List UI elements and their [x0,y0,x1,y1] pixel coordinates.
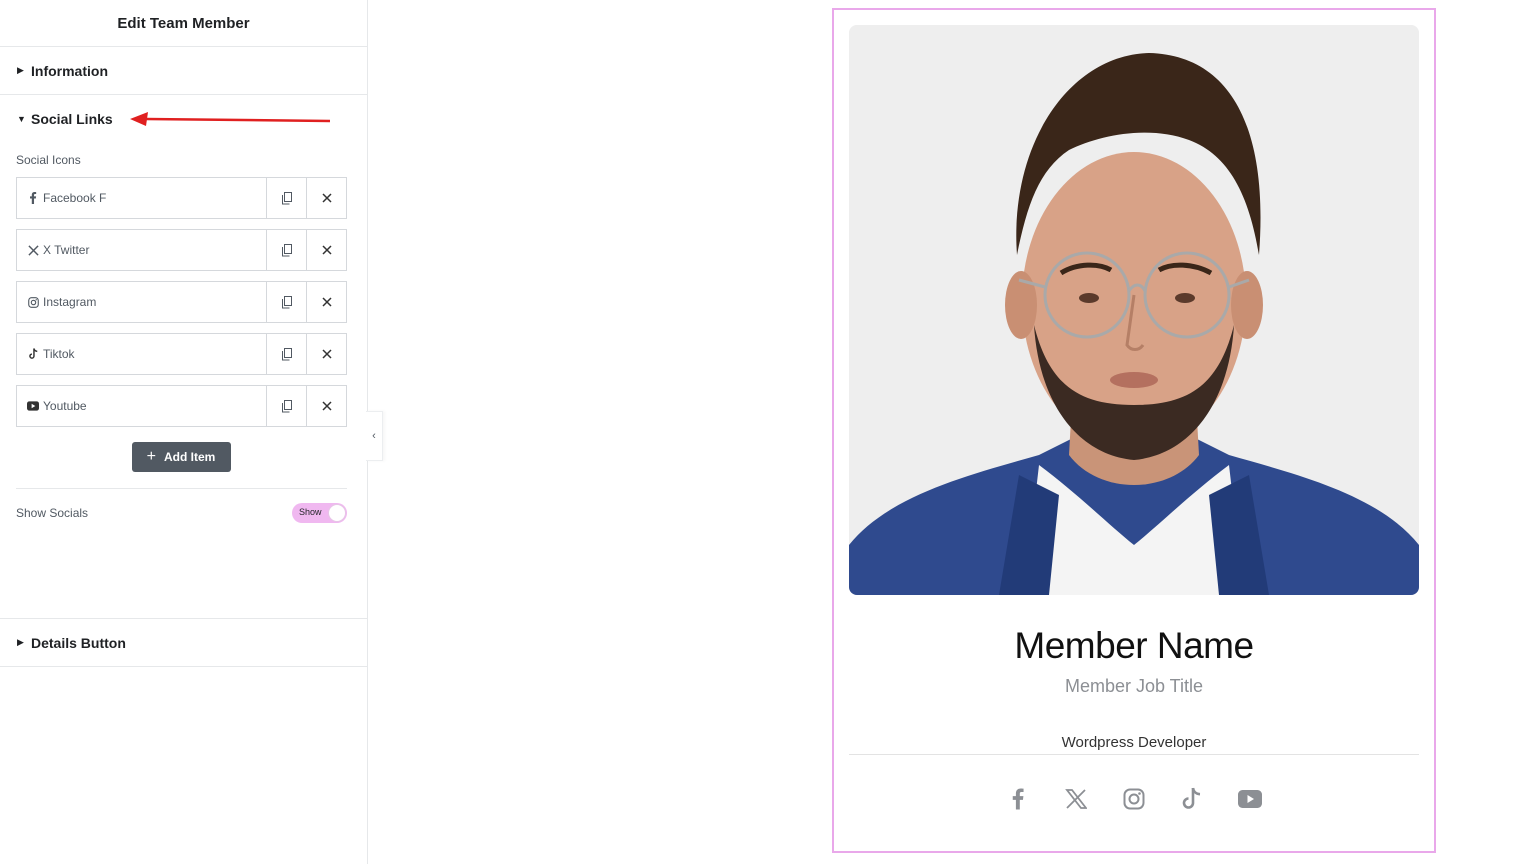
repeater-item-title[interactable]: Tiktok [17,334,266,374]
remove-button[interactable] [306,230,346,270]
duplicate-button[interactable] [266,282,306,322]
caret-right-icon: ▶ [17,65,24,75]
close-icon [321,193,332,203]
caret-right-icon: ▶ [17,637,24,647]
instagram-icon [27,296,39,308]
instagram-icon[interactable] [1122,787,1146,811]
repeater-item-label: Youtube [43,399,87,413]
chevron-left-icon: ‹ [372,430,376,442]
section-information[interactable]: ▶ Information [0,47,367,95]
team-member-card[interactable]: Member Name Member Job Title Wordpress D… [849,25,1419,850]
duplicate-button[interactable] [266,178,306,218]
add-item-label: Add Item [164,450,216,464]
facebook-icon[interactable] [1006,787,1030,811]
repeater-item-title[interactable]: Facebook F [17,178,266,218]
show-socials-toggle[interactable]: Show [292,503,347,523]
remove-button[interactable] [306,282,346,322]
collapse-panel-button[interactable]: ‹ [366,411,383,461]
repeater-item-label: Facebook F [43,191,107,205]
toggle-on-text: Show [299,507,322,517]
toggle-knob [328,504,346,522]
duplicate-button[interactable] [266,386,306,426]
repeater-item-label: Tiktok [43,347,75,361]
repeater-item: Instagram [16,281,347,323]
repeater-item: Youtube [16,385,347,427]
divider [16,488,347,489]
copy-icon [281,191,292,204]
social-links-body: Social Icons Facebook F X Twitter Instag… [0,153,367,619]
repeater-item-title[interactable]: Youtube [17,386,266,426]
x-twitter-icon[interactable] [1064,787,1088,811]
copy-icon [281,243,292,256]
close-icon [321,349,332,359]
annotation-arrow [130,112,331,126]
close-icon [321,245,332,255]
duplicate-button[interactable] [266,230,306,270]
repeater-item: Facebook F [16,177,347,219]
card-social-icons [849,787,1419,811]
repeater-item: X Twitter [16,229,347,271]
member-photo [849,25,1419,595]
youtube-icon[interactable] [1238,787,1262,811]
show-socials-row: Show Socials Show [16,503,347,523]
x-twitter-icon [27,244,39,256]
panel-header: Edit Team Member [0,0,367,47]
remove-button[interactable] [306,386,346,426]
duplicate-button[interactable] [266,334,306,374]
repeater-item-title[interactable]: X Twitter [17,230,266,270]
repeater-item: Tiktok [16,333,347,375]
repeater-item-label: X Twitter [43,243,90,257]
close-icon [321,401,332,411]
copy-icon [281,295,292,308]
tiktok-icon [27,348,39,360]
member-name: Member Name [1014,625,1254,666]
social-icons-label: Social Icons [16,153,81,167]
plus-icon: + [146,448,156,465]
add-item-button[interactable]: + Add Item [131,442,231,472]
close-icon [321,297,332,307]
add-item-wrap: + Add Item [16,442,346,472]
show-socials-label: Show Socials [16,506,89,520]
repeater-item-title[interactable]: Instagram [17,282,266,322]
member-job-title: Member Job Title [1064,676,1204,696]
caret-down-icon: ▼ [17,114,26,124]
section-details-button-label: Details Button [31,634,126,651]
copy-icon [281,347,292,360]
social-repeater: Facebook F X Twitter Instagram Tiktok Yo… [16,177,347,427]
remove-button[interactable] [306,334,346,374]
member-description: Wordpress Developer [1061,734,1207,751]
tiktok-icon[interactable] [1180,787,1204,811]
facebook-f-icon [27,192,39,204]
copy-icon [281,399,292,412]
repeater-item-label: Instagram [43,295,97,309]
section-details-button[interactable]: ▶ Details Button [0,619,367,667]
panel-title: Edit Team Member [117,14,250,32]
card-separator [849,754,1419,755]
remove-button[interactable] [306,178,346,218]
youtube-icon [27,400,39,412]
section-social-links-label: Social Links [31,111,113,127]
section-information-label: Information [31,62,108,79]
